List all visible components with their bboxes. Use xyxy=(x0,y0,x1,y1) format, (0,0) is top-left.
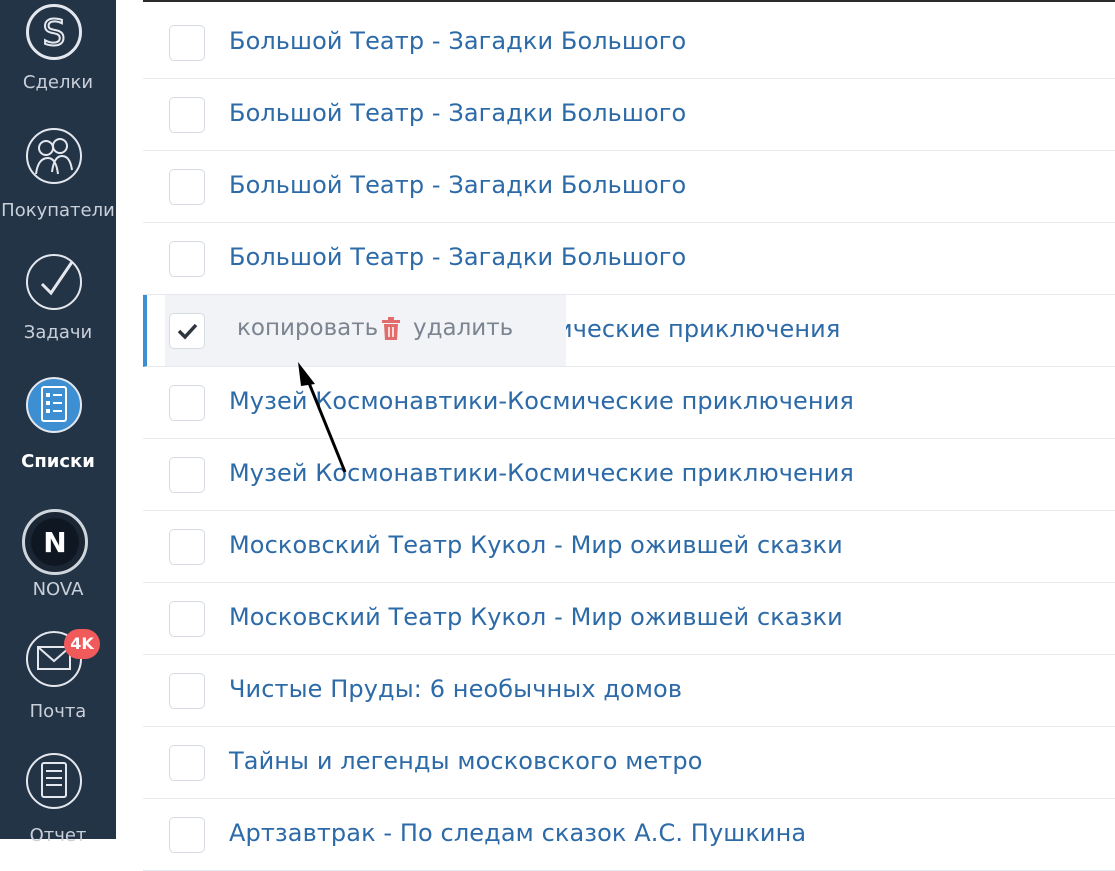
row-checkbox[interactable] xyxy=(169,457,205,493)
sidebar-item-label: Сделки xyxy=(22,72,94,93)
list-item-title[interactable]: Московский Театр Кукол - Мир ожившей ска… xyxy=(229,531,843,559)
sidebar-item-label: NOVA xyxy=(32,579,84,600)
sidebar-item-deals[interactable]: S Сделки xyxy=(0,0,116,110)
deals-s-icon: S xyxy=(26,4,82,60)
row-checkbox[interactable] xyxy=(169,601,205,637)
top-divider xyxy=(143,0,1115,2)
list-item-title[interactable]: Музей Космонавтики-Космические приключен… xyxy=(229,459,854,487)
row-checkbox[interactable] xyxy=(169,385,205,421)
list-item[interactable]: Музей Космонавтики-Космические приключен… xyxy=(143,367,1115,439)
sidebar-item-report[interactable]: Отчет xyxy=(0,745,116,846)
row-actions-bar: копировать удалить xyxy=(165,295,566,366)
sidebar-item-label: Отчет xyxy=(29,825,87,846)
list-item-title[interactable]: Большой Театр - Загадки Большого xyxy=(229,171,686,199)
mail-count-badge: 4K xyxy=(64,629,100,659)
nova-icon: N xyxy=(22,509,88,575)
row-checkbox[interactable] xyxy=(169,745,205,781)
list-item[interactable]: Московский Театр Кукол - Мир ожившей ска… xyxy=(143,583,1115,655)
list-item-title[interactable]: Чистые Пруды: 6 необычных домов xyxy=(229,675,682,703)
delete-label: удалить xyxy=(413,315,514,341)
row-checkbox[interactable] xyxy=(169,25,205,61)
list-item-title[interactable]: Большой Театр - Загадки Большого xyxy=(229,99,686,127)
trash-icon xyxy=(382,317,400,340)
list-item-title[interactable]: Тайны и легенды московского метро xyxy=(229,747,702,775)
list-panel: Большой Театр - Загадки Большого Большой… xyxy=(143,0,1115,871)
row-checkbox[interactable] xyxy=(169,529,205,565)
check-icon xyxy=(177,323,198,340)
sidebar-item-label: Покупатели xyxy=(1,200,115,221)
row-checkbox[interactable] xyxy=(169,817,205,853)
copy-button[interactable]: копировать xyxy=(237,315,378,341)
row-checkbox-checked[interactable] xyxy=(169,313,205,349)
svg-text:N: N xyxy=(43,526,66,559)
sidebar-item-customers[interactable]: Покупатели xyxy=(0,112,116,230)
sidebar-item-label: Списки xyxy=(21,451,95,472)
list-item[interactable]: Чистые Пруды: 6 необычных домов xyxy=(143,655,1115,727)
report-icon xyxy=(26,753,82,809)
sidebar-item-label: Почта xyxy=(29,701,87,722)
sidebar-item-lists[interactable]: Списки xyxy=(0,365,116,485)
sidebar-item-tasks[interactable]: Задачи xyxy=(0,240,116,355)
svg-text:S: S xyxy=(43,13,66,54)
list-item[interactable]: Большой Театр - Загадки Большого xyxy=(143,151,1115,223)
list-item-title[interactable]: Артзавтрак - По следам сказок А.С. Пушки… xyxy=(229,819,806,847)
list-item-title[interactable]: Московский Театр Кукол - Мир ожившей ска… xyxy=(229,603,843,631)
list-item[interactable]: Артзавтрак - По следам сказок А.С. Пушки… xyxy=(143,799,1115,871)
list-item-title[interactable]: ические приключения xyxy=(557,315,840,343)
sidebar: S Сделки Покупатели Задачи Списки N NOVA… xyxy=(0,0,116,846)
lists-icon xyxy=(26,377,82,433)
row-checkbox[interactable] xyxy=(169,97,205,133)
list-item-title[interactable]: Большой Театр - Загадки Большого xyxy=(229,243,686,271)
sidebar-item-nova[interactable]: N NOVA xyxy=(0,495,116,615)
list-item[interactable]: Тайны и легенды московского метро xyxy=(143,727,1115,799)
list-item[interactable]: Большой Театр - Загадки Большого xyxy=(143,223,1115,295)
list-item[interactable]: Большой Театр - Загадки Большого xyxy=(143,79,1115,151)
row-checkbox[interactable] xyxy=(169,673,205,709)
customers-icon xyxy=(26,128,82,184)
delete-button[interactable]: удалить xyxy=(382,315,514,341)
list-item-title[interactable]: Большой Театр - Загадки Большого xyxy=(229,27,686,55)
sidebar-item-label: Задачи xyxy=(23,322,93,343)
list-item[interactable]: Музей Космонавтики-Космические приключен… xyxy=(143,439,1115,511)
list-item-selected[interactable]: ические приключения копировать удалить xyxy=(143,295,1115,367)
list-item-title[interactable]: Музей Космонавтики-Космические приключен… xyxy=(229,387,854,415)
row-checkbox[interactable] xyxy=(169,241,205,277)
row-checkbox[interactable] xyxy=(169,169,205,205)
list-item[interactable]: Московский Театр Кукол - Мир ожившей ска… xyxy=(143,511,1115,583)
list-item[interactable]: Большой Театр - Загадки Большого xyxy=(143,7,1115,79)
tasks-check-icon xyxy=(26,254,82,310)
